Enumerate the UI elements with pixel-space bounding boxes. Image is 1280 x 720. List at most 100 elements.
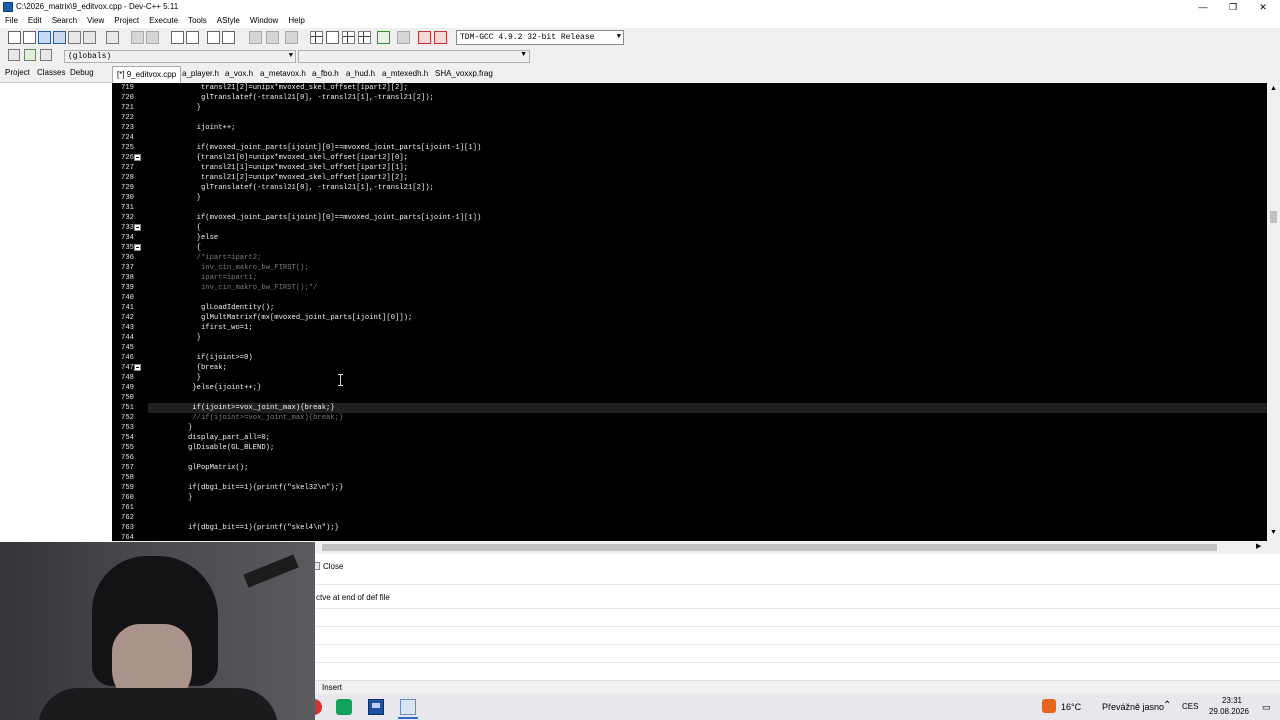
scroll-thumb[interactable] <box>322 544 1217 551</box>
scroll-up-icon[interactable]: ▲ <box>1270 85 1277 92</box>
menu-edit[interactable]: Edit <box>23 14 47 28</box>
code-editor[interactable]: 719 720 721 722 723 724 725 726 727 728 729 730 731 7… <box>112 83 1267 541</box>
code-line[interactable]: glTranslatef(-transl21[0], -transl21[1],… <box>188 183 434 193</box>
code-line[interactable]: if(dbg1_bit==1){printf("skel32\n");} <box>188 483 343 493</box>
code-line[interactable]: transl21[2]=unipx*mvoxed_skel_offset[ipa… <box>188 83 408 93</box>
replace-icon[interactable] <box>186 31 199 44</box>
code-line[interactable]: ijoint++; <box>188 123 236 133</box>
code-line[interactable]: display_part_all=0; <box>188 433 270 443</box>
tab-project[interactable]: Project <box>5 68 30 77</box>
undo-icon[interactable] <box>131 31 144 44</box>
close-file-icon[interactable] <box>68 31 81 44</box>
project-browser[interactable] <box>0 82 112 544</box>
scope-select[interactable]: (globals) ▼ <box>64 50 296 63</box>
save-all-icon[interactable] <box>53 31 66 44</box>
minimize-icon[interactable]: — <box>1188 0 1218 14</box>
tab-sha-voxxp-frag[interactable]: SHA_voxxp.frag <box>435 69 493 78</box>
close-all-icon[interactable] <box>83 31 96 44</box>
weather-description[interactable]: Převážně jasno <box>1102 702 1164 712</box>
close-output-button[interactable]: Close <box>311 558 391 574</box>
find-icon[interactable] <box>171 31 184 44</box>
redo-icon[interactable] <box>146 31 159 44</box>
menu-file[interactable]: File <box>0 14 23 28</box>
code-line[interactable]: } <box>188 193 201 203</box>
code-line[interactable]: } <box>188 373 201 383</box>
code-line[interactable]: glPopMatrix(); <box>188 463 248 473</box>
clock-date[interactable]: 29.08.2026 <box>1204 707 1254 716</box>
weather-temperature[interactable]: 16°C <box>1061 702 1081 712</box>
menu-view[interactable]: View <box>82 14 109 28</box>
code-line[interactable]: glLoadIdentity(); <box>188 303 274 313</box>
tab-a-vox-h[interactable]: a_vox.h <box>225 69 253 78</box>
code-line[interactable]: } <box>188 333 201 343</box>
compile-icon[interactable] <box>310 31 323 44</box>
code-line[interactable]: if(dbg1_bit==1){printf("skel4\n");} <box>188 523 339 533</box>
menu-help[interactable]: Help <box>283 14 309 28</box>
code-area[interactable]: transl21[2]=unipx*mvoxed_skel_offset[ipa… <box>134 83 1267 541</box>
code-line[interactable]: transl21[1]=unipx*mvoxed_skel_offset[ipa… <box>188 163 408 173</box>
goto-line-icon[interactable] <box>249 31 262 44</box>
fold-toggle-icon[interactable] <box>134 244 141 251</box>
menu-astyle[interactable]: AStyle <box>212 14 245 28</box>
taskbar-active-app-icon[interactable] <box>400 699 416 715</box>
profile-icon[interactable] <box>418 31 431 44</box>
tab-a-metavox-h[interactable]: a_metavox.h <box>260 69 306 78</box>
code-line[interactable]: inv_cin_makro_bw_FIRST(); <box>188 263 309 273</box>
compile-run-icon[interactable] <box>342 31 355 44</box>
tab-a-mtexedh-h[interactable]: a_mtexedh.h <box>382 69 428 78</box>
scroll-down-icon[interactable]: ▼ <box>1270 529 1277 536</box>
check-syntax-icon[interactable] <box>377 31 390 44</box>
code-line[interactable]: glTranslatef(-transl21[0], -transl21[1],… <box>188 93 434 103</box>
menu-project[interactable]: Project <box>109 14 144 28</box>
code-line[interactable]: if(ijoint>=vox_joint_max){break;} <box>188 403 334 413</box>
menu-window[interactable]: Window <box>245 14 283 28</box>
code-line[interactable]: } <box>188 423 192 433</box>
code-line[interactable]: transl21[2]=unipx*mvoxed_skel_offset[ipa… <box>188 173 408 183</box>
run-icon[interactable] <box>326 31 339 44</box>
scroll-right-icon[interactable]: ▶ <box>1256 542 1261 550</box>
code-line[interactable]: ifirst_wo=1; <box>188 323 253 333</box>
fold-toggle-icon[interactable] <box>134 154 141 161</box>
stop-icon[interactable] <box>397 31 410 44</box>
code-line[interactable]: { <box>188 223 201 233</box>
code-line[interactable]: glMultMatrixf(mx[mvoxed_joint_parts[ijoi… <box>188 313 412 323</box>
toggle-bookmark-icon[interactable] <box>24 49 36 61</box>
code-line[interactable]: /*ipart=ipart2; <box>188 253 262 263</box>
bookmark-icon[interactable] <box>266 31 279 44</box>
tab-a-fbo-h[interactable]: a_fbo.h <box>312 69 339 78</box>
weather-icon[interactable] <box>1042 699 1056 713</box>
unindent-icon[interactable] <box>222 31 235 44</box>
tab-a-player-h[interactable]: a_player.h <box>182 69 219 78</box>
devcpp-taskbar-icon[interactable] <box>368 699 384 715</box>
debug-icon[interactable] <box>434 31 447 44</box>
rebuild-icon[interactable] <box>358 31 371 44</box>
fold-toggle-icon[interactable] <box>134 364 141 371</box>
code-line[interactable]: { <box>188 243 201 253</box>
insert-icon[interactable] <box>8 49 20 61</box>
tab-debug[interactable]: Debug <box>70 68 94 77</box>
notification-icon[interactable]: ▭ <box>1262 702 1271 713</box>
code-line[interactable]: //if(ijoint>=vox_joint_max){break;} <box>188 413 343 423</box>
taskbar-app-icon[interactable] <box>336 699 352 715</box>
menu-search[interactable]: Search <box>47 14 82 28</box>
code-line[interactable]: {break; <box>188 363 227 373</box>
save-icon[interactable] <box>38 31 51 44</box>
function-select[interactable]: ▼ <box>298 50 530 63</box>
vertical-scrollbar[interactable]: ▲ ▼ <box>1267 83 1280 541</box>
new-file-icon[interactable] <box>8 31 21 44</box>
open-file-icon[interactable] <box>23 31 36 44</box>
menu-tools[interactable]: Tools <box>183 14 212 28</box>
print-icon[interactable] <box>106 31 119 44</box>
code-line[interactable]: {transl21[0]=unipx*mvoxed_skel_offset[ip… <box>188 153 408 163</box>
code-line[interactable]: if(mvoxed_joint_parts[ijoint][0]==mvoxed… <box>188 213 482 223</box>
code-line[interactable]: } <box>188 493 192 503</box>
code-line[interactable]: if(ijoint>=0) <box>188 353 253 363</box>
scroll-thumb[interactable] <box>1270 211 1277 223</box>
clock-time[interactable]: 23:31 <box>1212 696 1252 705</box>
tab-9-editvox-cpp[interactable]: [*] 9_editvox.cpp <box>112 66 182 83</box>
code-line[interactable]: ipart=ipart1; <box>188 273 257 283</box>
code-line[interactable]: inv_cin_makro_bw_FIRST();*/ <box>188 283 317 293</box>
indent-icon[interactable] <box>207 31 220 44</box>
code-line[interactable]: }else{ijoint++;} <box>188 383 261 393</box>
close-icon[interactable]: ✕ <box>1248 0 1278 14</box>
